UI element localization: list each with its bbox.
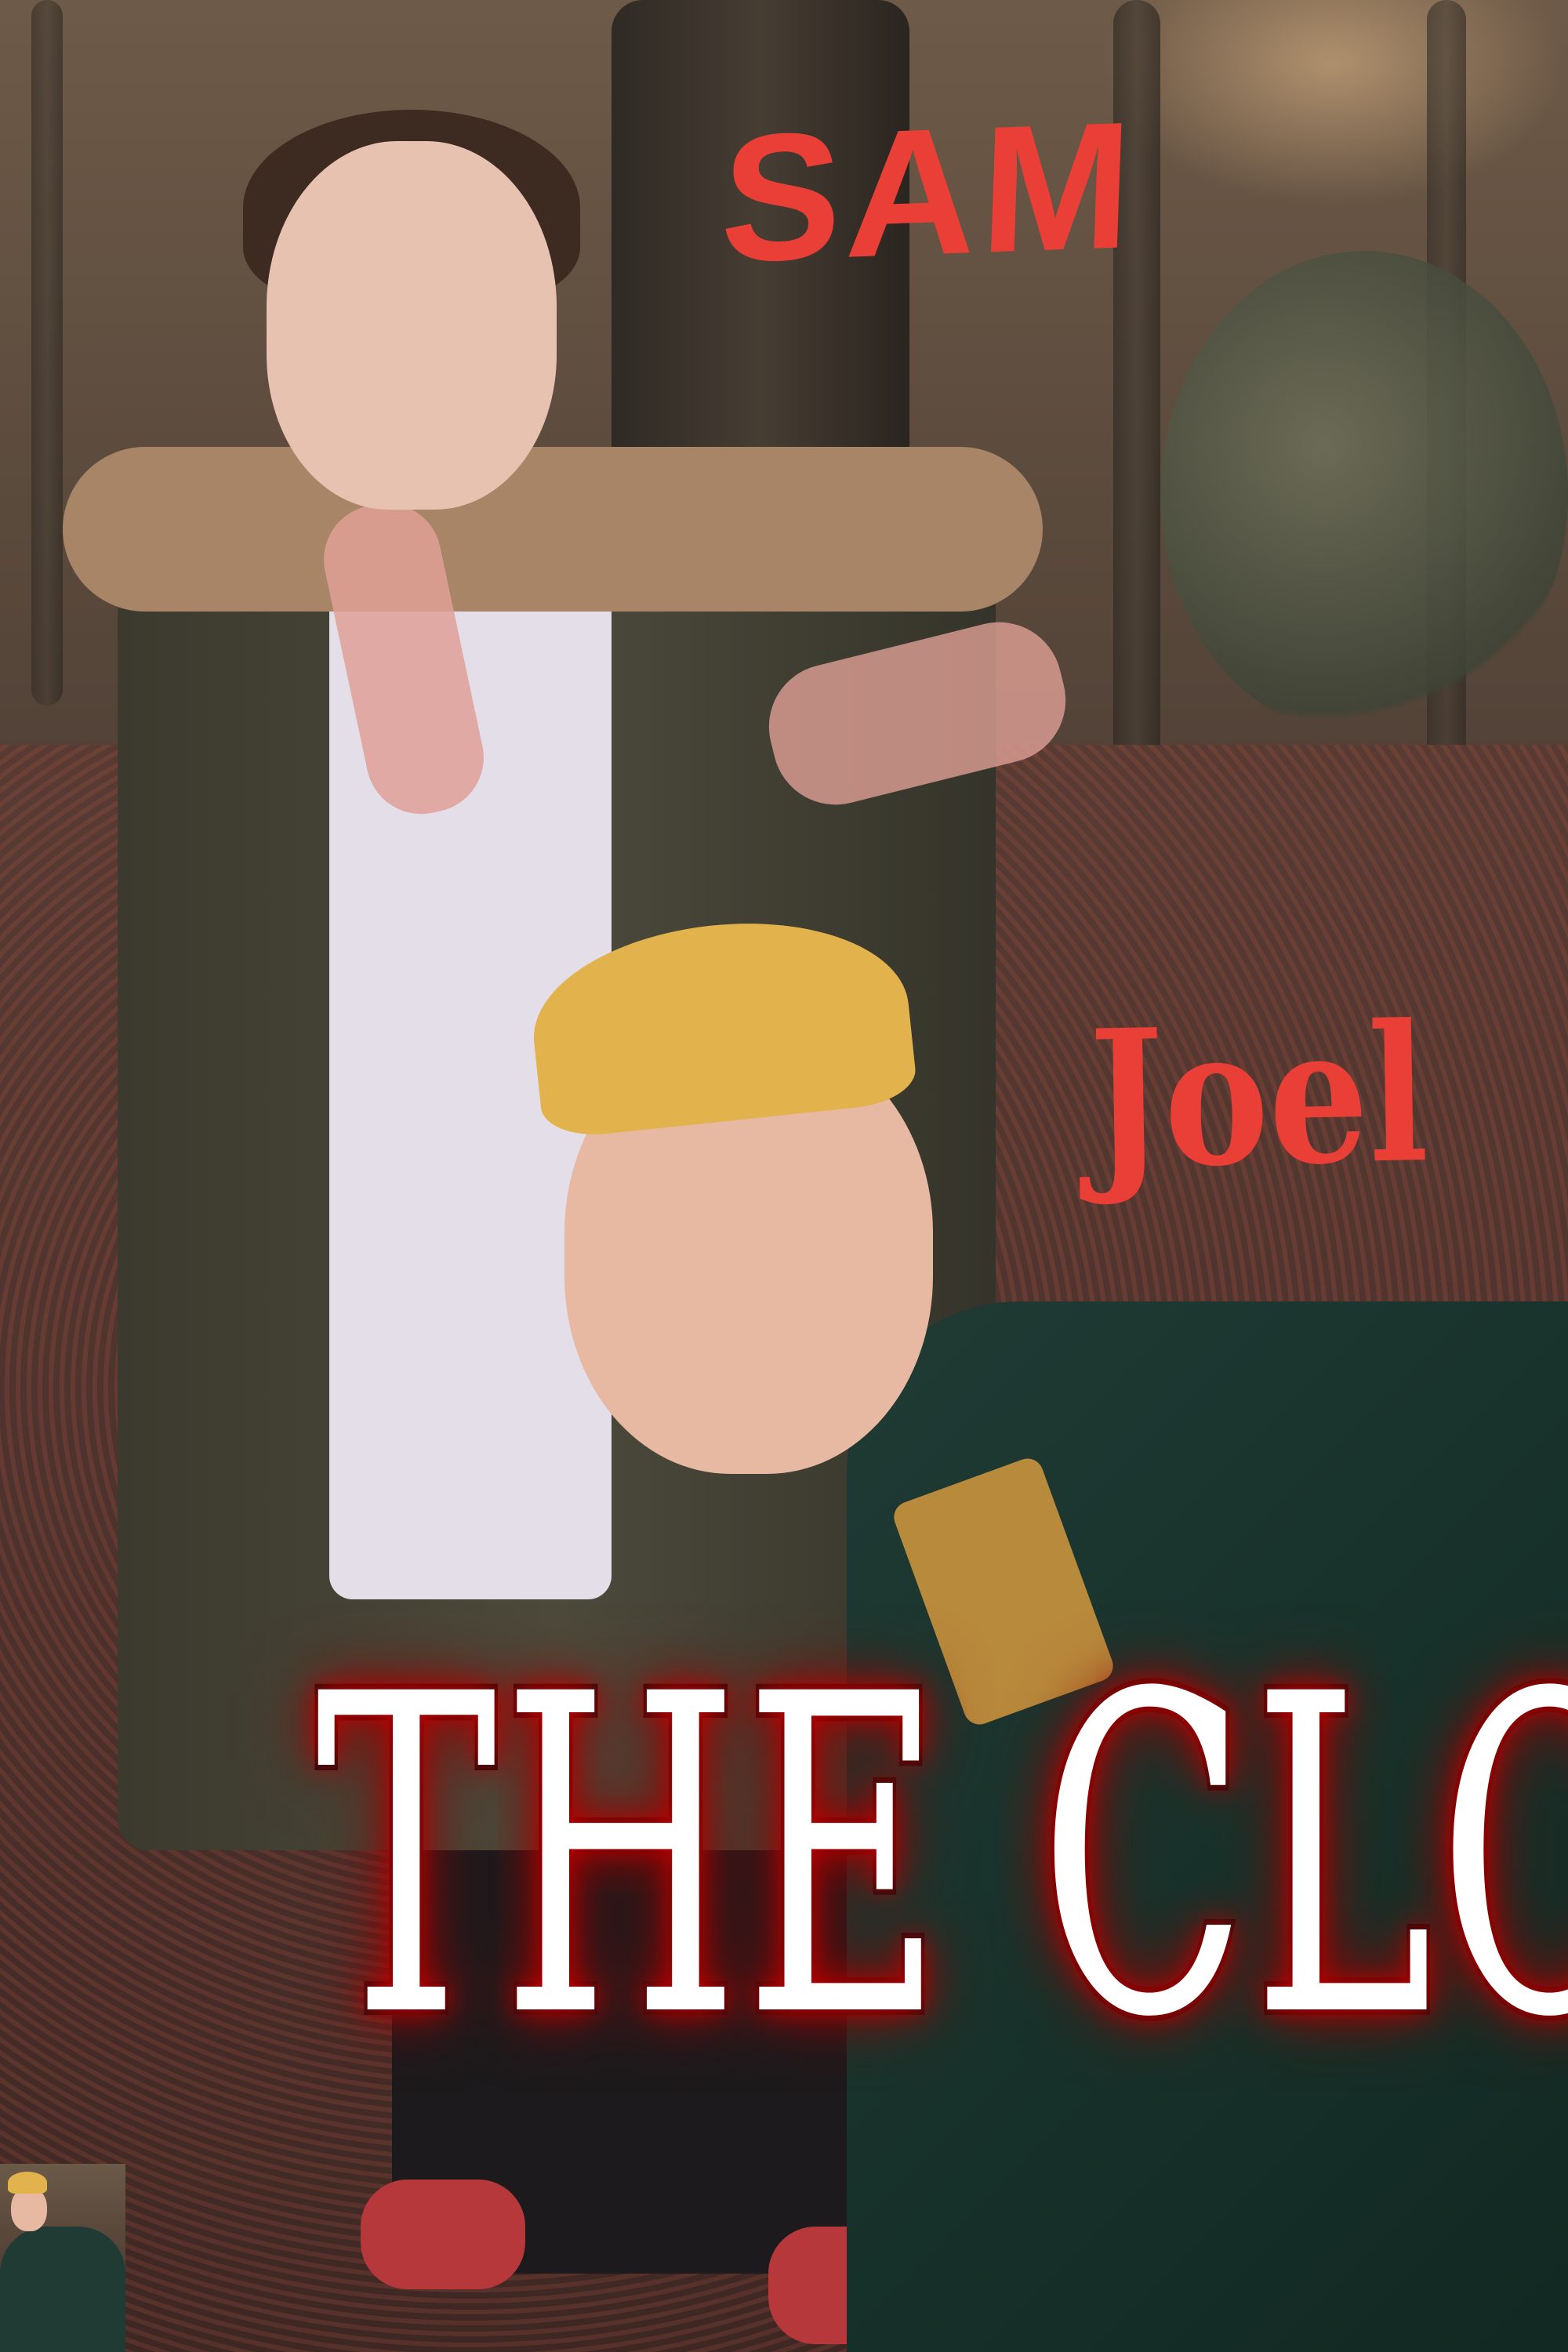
poster: SAM Joel THE CLONES (0, 0, 1568, 2352)
red-sneaker (361, 2180, 525, 2289)
thumbnail-jacket (0, 2227, 125, 2352)
tree-trunk (31, 0, 63, 706)
yellow-cap (524, 906, 919, 1141)
fur-hood-trim (63, 447, 1043, 612)
face (267, 141, 557, 510)
name-label-sam: SAM (717, 83, 1140, 300)
thumbnail-cap (8, 2172, 47, 2194)
holly-bush (1160, 251, 1568, 737)
name-label-joel: Joel (1087, 983, 1430, 1211)
poster-title: THE CLONES (312, 1602, 1568, 2114)
thumbnail-photo (0, 2164, 125, 2352)
thumbnail-face (11, 2187, 47, 2231)
